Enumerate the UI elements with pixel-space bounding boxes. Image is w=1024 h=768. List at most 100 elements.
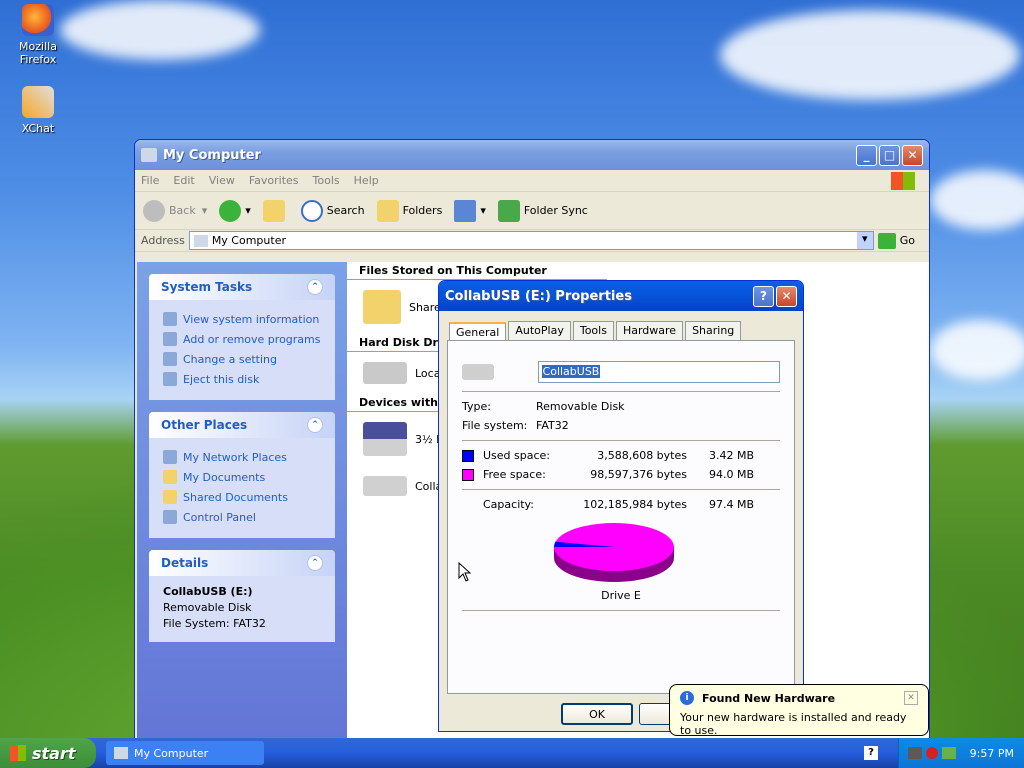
disk-usage-pie — [554, 523, 674, 582]
removable-disk-icon — [462, 364, 494, 380]
panel-title: Other Places — [161, 418, 248, 432]
network-icon[interactable] — [941, 747, 956, 759]
desktop-firefox-shortcut[interactable]: Mozilla Firefox — [0, 4, 76, 66]
task-eject-disk[interactable]: Eject this disk — [163, 372, 323, 386]
sync-icon — [497, 199, 520, 222]
panel-header[interactable]: System Tasks ⌃ — [149, 274, 335, 300]
volume-name-input[interactable]: CollabUSB — [537, 361, 780, 383]
info-icon — [163, 312, 177, 326]
tab-general[interactable]: General — [449, 322, 507, 341]
minimize-button[interactable]: _ — [856, 144, 877, 166]
programs-icon — [163, 332, 177, 346]
place-documents[interactable]: My Documents — [163, 470, 323, 484]
safely-remove-hardware-icon[interactable] — [907, 747, 922, 759]
go-button[interactable]: Go — [900, 234, 915, 247]
search-button[interactable]: Search — [300, 199, 365, 222]
clock: 9:57 PM — [969, 746, 1014, 760]
security-shield-icon[interactable] — [925, 747, 938, 759]
up-button[interactable] — [262, 199, 289, 222]
notification-balloon[interactable]: i Found New Hardware ✕ Your new hardware… — [669, 684, 929, 737]
place-control-panel[interactable]: Control Panel — [163, 510, 323, 524]
task-view-system-info[interactable]: View system information — [163, 312, 323, 326]
windows-logo-icon — [10, 745, 26, 761]
folders-label: Folders — [402, 204, 443, 217]
start-button[interactable]: start — [0, 738, 96, 768]
folder-sync-button[interactable]: Folder Sync — [497, 199, 588, 222]
close-button[interactable]: ✕ — [776, 285, 797, 307]
desktop-xchat-shortcut[interactable]: XChat — [0, 86, 76, 135]
close-button[interactable]: ✕ — [902, 144, 923, 166]
menu-view[interactable]: View — [209, 174, 235, 187]
start-label: start — [32, 743, 76, 763]
tab-hardware[interactable]: Hardware — [615, 321, 684, 340]
dialog-titlebar[interactable]: CollabUSB (E:) Properties ? ✕ — [439, 281, 803, 311]
forward-button[interactable]: ▾ — [219, 199, 251, 222]
task-label: Add or remove programs — [183, 332, 321, 346]
folder-icon — [363, 290, 401, 324]
used-label: Used space: — [483, 449, 551, 462]
other-places-panel: Other Places ⌃ My Network Places My Docum… — [149, 412, 335, 538]
help-button[interactable]: ? — [753, 285, 774, 307]
capacity-bytes: 102,185,984 bytes — [583, 498, 687, 511]
search-label: Search — [326, 204, 365, 217]
dialog-title: CollabUSB (E:) Properties — [445, 288, 632, 304]
task-label: Eject this disk — [183, 372, 260, 386]
menu-favorites[interactable]: Favorites — [249, 174, 299, 187]
toolbar: Back ▾ ▾ Search Folders ▾ Folder Sync — [135, 192, 929, 230]
capacity-mb: 97.4 MB — [709, 498, 755, 511]
address-bar: Address My Computer ▾ Go — [135, 230, 929, 252]
panel-header[interactable]: Other Places ⌃ — [149, 412, 335, 438]
floppy-icon — [363, 422, 407, 456]
computer-icon — [193, 234, 208, 247]
menu-edit[interactable]: Edit — [173, 174, 194, 187]
balloon-text: Your new hardware is installed and ready… — [680, 711, 907, 737]
forward-arrow-icon — [219, 199, 242, 222]
panel-title: Details — [161, 556, 209, 570]
task-change-setting[interactable]: Change a setting — [163, 352, 323, 366]
maximize-button[interactable]: □ — [879, 144, 900, 166]
menu-help[interactable]: Help — [354, 174, 379, 187]
control-panel-icon — [163, 352, 177, 366]
collapse-icon[interactable]: ⌃ — [307, 417, 323, 433]
chevron-down-icon[interactable]: ▾ — [856, 232, 873, 249]
collapse-icon[interactable]: ⌃ — [307, 279, 323, 295]
used-color-swatch — [462, 449, 474, 462]
up-folder-icon — [262, 199, 285, 222]
taskbar-item-my-computer[interactable]: My Computer — [106, 741, 264, 765]
go-arrow-icon[interactable] — [877, 232, 896, 249]
task-add-remove-programs[interactable]: Add or remove programs — [163, 332, 323, 346]
close-icon[interactable]: ✕ — [904, 691, 918, 705]
chevron-down-icon: ▾ — [201, 204, 208, 217]
views-icon — [454, 199, 477, 222]
tab-sharing[interactable]: Sharing — [685, 321, 742, 340]
computer-icon — [114, 747, 128, 759]
place-label: My Network Places — [183, 450, 287, 464]
free-label: Free space: — [483, 468, 546, 481]
taskbar: start My Computer ? 9:57 PM — [0, 738, 1024, 768]
fs-label: File system: — [462, 419, 528, 432]
details-name: CollabUSB (E:) — [163, 585, 253, 598]
panel-header[interactable]: Details ⌃ — [149, 550, 335, 576]
network-icon — [163, 450, 177, 464]
type-label: Type: — [462, 400, 491, 413]
help-icon[interactable]: ? — [864, 746, 878, 760]
menu-bar: File Edit View Favorites Tools Help — [135, 170, 929, 192]
address-input[interactable]: My Computer ▾ — [188, 231, 874, 250]
task-label: My Computer — [134, 746, 209, 760]
place-network[interactable]: My Network Places — [163, 450, 323, 464]
windows-logo-icon — [891, 171, 915, 190]
folder-icon — [163, 490, 177, 504]
folders-button[interactable]: Folders — [376, 199, 443, 222]
back-button[interactable]: Back ▾ — [143, 199, 208, 222]
ok-button[interactable]: OK — [561, 703, 633, 725]
menu-tools[interactable]: Tools — [313, 174, 340, 187]
place-shared-documents[interactable]: Shared Documents — [163, 490, 323, 504]
window-titlebar[interactable]: My Computer _ □ ✕ — [135, 140, 929, 170]
views-button[interactable]: ▾ — [454, 199, 486, 222]
tab-tools[interactable]: Tools — [572, 321, 614, 340]
collapse-icon[interactable]: ⌃ — [307, 555, 323, 571]
tab-autoplay[interactable]: AutoPlay — [508, 321, 571, 340]
menu-file[interactable]: File — [141, 174, 159, 187]
window-title: My Computer — [163, 147, 261, 163]
place-label: Shared Documents — [183, 490, 288, 504]
